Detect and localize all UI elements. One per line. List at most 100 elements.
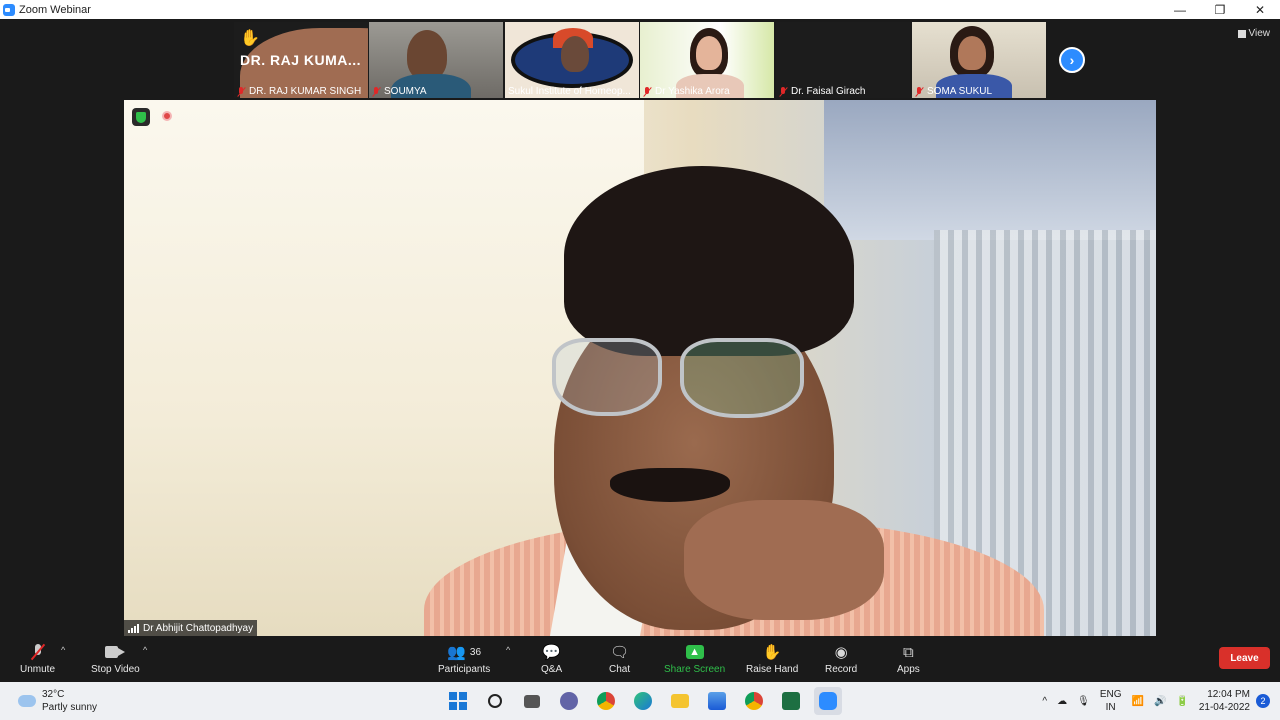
unmute-label: Unmute: [20, 664, 56, 675]
partly-sunny-icon: [16, 691, 36, 707]
edge-button[interactable]: [629, 687, 657, 715]
participant-name-label: SOMA SUKUL: [915, 86, 992, 97]
chrome-icon: [597, 692, 615, 710]
weather-widget[interactable]: 32°C Partly sunny: [16, 688, 98, 714]
next-page-button[interactable]: ›: [1059, 47, 1085, 73]
record-icon: ◉: [834, 644, 848, 661]
speaker-glasses-right: [680, 338, 804, 418]
participants-count: 36: [469, 646, 482, 658]
participant-video: [561, 36, 589, 72]
zoom-icon: [819, 692, 837, 710]
minimize-button[interactable]: —: [1160, 0, 1200, 19]
start-button[interactable]: [444, 687, 472, 715]
participant-tile[interactable]: Dr. Faisal Girach: [776, 22, 910, 98]
chrome-button-2[interactable]: [740, 687, 768, 715]
participant-tile[interactable]: Dr Yashika Arora: [640, 22, 774, 98]
mic-muted-icon: [779, 86, 788, 97]
participant-face: [696, 36, 722, 70]
speaker-name-label: Dr Abhijit Chattopadhyay: [124, 620, 258, 636]
video-options-caret[interactable]: ^: [143, 645, 147, 655]
participants-options-caret[interactable]: ^: [506, 645, 510, 655]
photos-button[interactable]: [703, 687, 731, 715]
wifi-icon[interactable]: 📶: [1131, 696, 1143, 707]
participant-name-label: Dr. Faisal Girach: [779, 86, 865, 97]
participants-icon: 👥: [447, 644, 466, 661]
excel-icon: [782, 692, 800, 710]
language-code: ENG: [1099, 689, 1122, 700]
raise-hand-button[interactable]: ✋ Raise Hand: [746, 642, 798, 675]
onedrive-icon[interactable]: ☁: [1057, 696, 1067, 707]
video-camera-icon: [105, 646, 126, 658]
title-bar: Zoom Webinar — ❐ ✕: [0, 0, 1280, 19]
language-indicator[interactable]: ENG IN: [1100, 688, 1122, 714]
system-tray: ^ ☁ 🎙 ENG IN 📶 🔊 🔋 12:04 PM 21-04-2022 2: [1037, 682, 1280, 720]
close-button[interactable]: ✕: [1240, 0, 1280, 19]
participant-tile[interactable]: SOUMYA: [369, 22, 503, 98]
search-icon: [488, 694, 502, 708]
grid-view-icon: [1237, 29, 1246, 38]
search-button[interactable]: [481, 687, 509, 715]
security-shield-icon[interactable]: [132, 108, 150, 126]
participant-name: Dr Yashika Arora: [655, 86, 730, 97]
chrome-button[interactable]: [592, 687, 620, 715]
participant-name: SOMA SUKUL: [927, 86, 993, 97]
participant-display-name: DR. RAJ KUMA...: [240, 52, 362, 68]
task-view-button[interactable]: [518, 687, 546, 715]
clock-time: 12:04 PM: [1207, 689, 1250, 700]
participants-label: Participants: [438, 664, 491, 675]
qa-button[interactable]: 💬 Q&A: [541, 642, 562, 675]
participant-face: [958, 36, 986, 70]
audio-options-caret[interactable]: ^: [61, 645, 65, 655]
apps-label: Apps: [897, 664, 920, 675]
participant-name: DR. RAJ KUMAR SINGH: [249, 86, 362, 97]
window-controls: — ❐ ✕: [1160, 0, 1280, 19]
windows-taskbar: 32°C Partly sunny ^ ☁ 🎙 ENG IN 📶 🔊 🔋 12:…: [0, 682, 1280, 720]
raise-hand-icon: ✋: [762, 644, 782, 661]
participant-name-label: SOUMYA: [372, 86, 427, 97]
active-speaker-video[interactable]: Dr Abhijit Chattopadhyay: [124, 100, 1156, 636]
tray-overflow-icon[interactable]: ^: [1042, 696, 1047, 707]
zoom-taskbar-button[interactable]: [814, 687, 842, 715]
leave-button[interactable]: Leave: [1219, 647, 1270, 669]
volume-icon[interactable]: 🔊: [1154, 696, 1166, 707]
clock-date: 21-04-2022: [1198, 702, 1250, 713]
teams-chat-button[interactable]: [555, 687, 583, 715]
file-explorer-button[interactable]: [666, 687, 694, 715]
view-button[interactable]: View: [1237, 28, 1271, 39]
stop-video-button[interactable]: Stop Video: [91, 642, 140, 675]
record-button[interactable]: ◉ Record: [825, 642, 857, 675]
chrome-icon: [745, 692, 763, 710]
record-label: Record: [825, 664, 858, 675]
background-window: [824, 100, 1156, 240]
weather-temperature: 32°C: [42, 689, 65, 700]
participant-tile[interactable]: ✋ DR. RAJ KUMA... DR. RAJ KUMAR SINGH: [234, 22, 368, 98]
participant-name: Sukul Institute of Homeop...: [508, 86, 631, 97]
speaker-hand: [684, 500, 884, 620]
maximize-button[interactable]: ❐: [1200, 0, 1240, 19]
share-screen-button[interactable]: ▲ Share Screen: [664, 642, 725, 675]
battery-icon[interactable]: 🔋: [1176, 696, 1188, 707]
mic-muted-icon: [237, 86, 246, 97]
microphone-icon[interactable]: 🎙: [1077, 696, 1090, 707]
task-view-icon: [524, 694, 540, 708]
signal-strength-icon: [128, 623, 139, 633]
participants-button[interactable]: 👥 36 Participants: [438, 642, 490, 675]
participant-video: [407, 30, 447, 80]
speaker-name: Dr Abhijit Chattopadhyay: [143, 622, 254, 634]
clock[interactable]: 12:04 PM 21-04-2022: [1199, 688, 1250, 714]
mic-muted-icon: [915, 86, 924, 97]
participant-name-label: Dr Yashika Arora: [643, 86, 730, 97]
mic-muted-icon: [31, 643, 45, 661]
participant-name-label: Sukul Institute of Homeop...: [508, 86, 631, 97]
participant-tile[interactable]: Sukul Institute of Homeop...: [505, 22, 639, 98]
unmute-button[interactable]: Unmute: [20, 642, 55, 675]
participant-tile[interactable]: SOMA SUKUL: [912, 22, 1046, 98]
notification-badge[interactable]: 2: [1256, 694, 1270, 708]
mic-muted-icon: [372, 86, 381, 97]
weather-condition: Partly sunny: [42, 702, 98, 713]
excel-button[interactable]: [777, 687, 805, 715]
view-label: View: [1248, 28, 1271, 39]
chat-label: Chat: [609, 664, 631, 675]
chat-button[interactable]: 🗨 Chat: [609, 642, 630, 675]
apps-button[interactable]: ⧉ Apps: [897, 642, 920, 676]
